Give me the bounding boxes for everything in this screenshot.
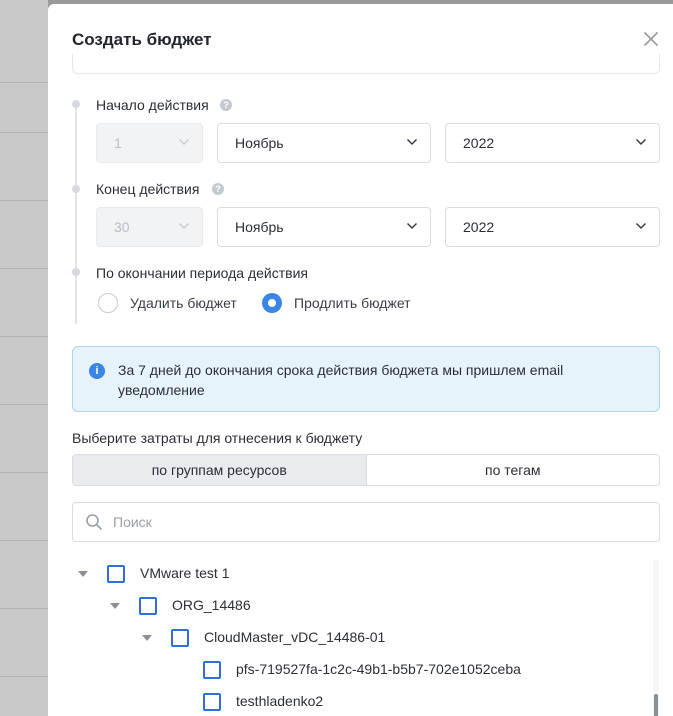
radio-delete-label[interactable]: Удалить бюджет — [130, 295, 237, 311]
info-icon: i — [89, 363, 105, 379]
help-icon[interactable]: ? — [220, 99, 232, 111]
after-period-label: По окончании периода действия — [96, 265, 308, 281]
start-year-value: 2022 — [463, 135, 495, 151]
start-label: Начало действия — [96, 97, 209, 113]
backdrop-divider — [0, 608, 48, 609]
info-alert: i За 7 дней до окончания срока действия … — [72, 346, 660, 412]
tree-checkbox[interactable] — [203, 693, 221, 711]
backdrop — [0, 0, 48, 716]
tree-checkbox[interactable] — [107, 565, 125, 583]
tree-checkbox[interactable] — [139, 597, 157, 615]
caret-down-icon[interactable] — [142, 634, 152, 642]
costs-label: Выберите затраты для отнесения к бюджету — [72, 430, 363, 446]
start-day-select: 1 — [96, 123, 203, 163]
tree-checkbox[interactable] — [203, 661, 221, 679]
tree-item-label[interactable]: pfs-719527fa-1c2c-49b1-b5b7-702e1052ceba — [236, 661, 521, 677]
end-month-select[interactable]: Ноябрь — [217, 207, 431, 247]
backdrop-divider — [0, 336, 48, 337]
chevron-down-icon — [178, 222, 190, 230]
backdrop-divider — [0, 540, 48, 541]
backdrop-divider — [0, 404, 48, 405]
radio-extend-label[interactable]: Продлить бюджет — [294, 295, 411, 311]
end-year-select[interactable]: 2022 — [445, 207, 660, 247]
tree-item-label[interactable]: CloudMaster_vDC_14486-01 — [204, 629, 385, 645]
backdrop-divider — [0, 268, 48, 269]
start-month-select[interactable]: Ноябрь — [217, 123, 431, 163]
search-box — [72, 502, 660, 542]
radio-delete-budget[interactable] — [98, 293, 118, 313]
backdrop-divider — [0, 676, 48, 677]
timeline-dot — [72, 185, 80, 193]
tree-item-label[interactable]: testhladenko2 — [236, 693, 323, 709]
end-day-value: 30 — [114, 219, 130, 235]
backdrop-divider — [0, 82, 48, 83]
scrollbar-track[interactable] — [653, 560, 659, 716]
modal-title: Создать бюджет — [72, 30, 212, 49]
start-day-value: 1 — [114, 135, 122, 151]
end-label: Конец действия — [96, 181, 200, 197]
chevron-down-icon — [406, 222, 418, 230]
chevron-down-icon — [178, 138, 190, 146]
tree-item-label[interactable]: ORG_14486 — [172, 597, 251, 613]
search-icon — [86, 514, 102, 530]
backdrop-divider — [0, 472, 48, 473]
start-month-value: Ноябрь — [235, 135, 284, 151]
tab-tags[interactable]: по тегам — [367, 455, 660, 485]
chevron-down-icon — [635, 222, 647, 230]
radio-extend-budget[interactable] — [262, 293, 282, 313]
create-budget-modal: Создать бюджет Начало действия ? 1 Ноябр… — [48, 4, 673, 716]
start-year-select[interactable]: 2022 — [445, 123, 660, 163]
chevron-down-icon — [635, 138, 647, 146]
caret-down-icon[interactable] — [110, 602, 120, 610]
search-input[interactable] — [113, 511, 633, 533]
scrollbar-thumb[interactable] — [654, 694, 658, 716]
close-icon[interactable] — [642, 30, 660, 48]
info-text: За 7 дней до окончания срока действия бю… — [118, 362, 564, 398]
tab-resource-groups[interactable]: по группам ресурсов — [73, 455, 367, 485]
help-icon[interactable]: ? — [212, 183, 224, 195]
end-month-value: Ноябрь — [235, 219, 284, 235]
tree-checkbox[interactable] — [171, 629, 189, 647]
chevron-down-icon — [406, 138, 418, 146]
previous-field — [72, 54, 660, 74]
caret-down-icon[interactable] — [78, 570, 88, 578]
timeline-line — [75, 104, 77, 324]
backdrop-divider — [0, 132, 48, 133]
end-day-select: 30 — [96, 207, 203, 247]
costs-segmented-control: по группам ресурсов по тегам — [72, 454, 660, 486]
tree-item-label[interactable]: VMware test 1 — [140, 565, 229, 581]
backdrop-divider — [0, 200, 48, 201]
end-year-value: 2022 — [463, 219, 495, 235]
timeline-dot — [72, 268, 80, 276]
timeline-dot — [72, 100, 80, 108]
